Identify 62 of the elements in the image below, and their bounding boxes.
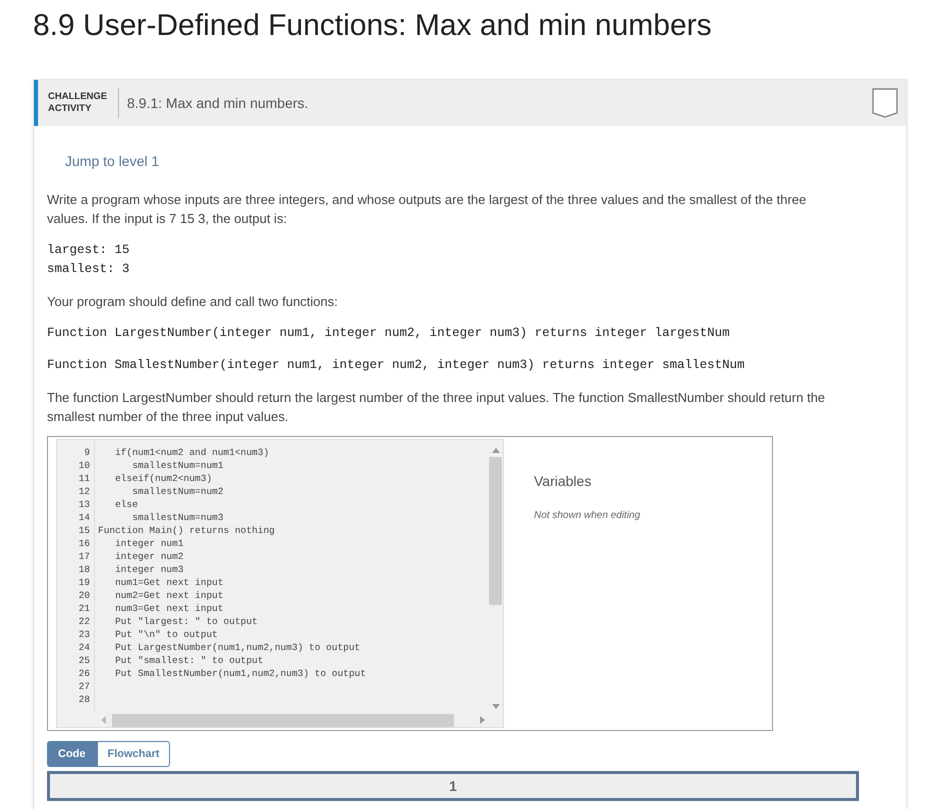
line-number: 17 xyxy=(78,550,91,563)
code-line: Put LargestNumber(num1,num2,num3) to output xyxy=(114,641,360,654)
line-number: 10 xyxy=(78,459,91,472)
line-number: 23 xyxy=(78,628,91,641)
activity-title: 8.9.1: Max and min numbers. xyxy=(127,94,308,112)
line-number: 13 xyxy=(78,498,91,511)
line-number: 18 xyxy=(78,563,91,576)
line-number: 28 xyxy=(78,693,91,706)
code-line: num3=Get next input xyxy=(114,602,224,615)
line-number: 26 xyxy=(78,667,91,680)
code-line: Put "\n" to output xyxy=(114,628,218,641)
code-line: Function Main() returns nothing xyxy=(98,524,275,537)
code-line: smallestNum=num1 xyxy=(131,459,224,472)
line-number: 19 xyxy=(78,576,91,589)
view-tab[interactable]: Code xyxy=(47,741,96,767)
variables-title: Variables xyxy=(534,472,592,491)
variables-note: Not shown when editing xyxy=(534,509,640,523)
instruction-text: Your program should define and call two functions: xyxy=(47,293,339,311)
bookmark-icon xyxy=(872,88,898,118)
line-number: 27 xyxy=(78,680,91,693)
code-line: num1=Get next input xyxy=(114,576,224,589)
line-number: 9 xyxy=(84,446,91,459)
line-number: 14 xyxy=(78,511,91,524)
code-text: smallest: 3 xyxy=(47,261,130,278)
code-line: smallestNum=num3 xyxy=(131,511,224,524)
code-text: Function SmallestNumber(integer num1, integer num2, integer num3) returns integer smallestNum xyxy=(47,357,745,374)
line-number: 11 xyxy=(78,472,91,485)
scroll-right-icon[interactable] xyxy=(480,716,485,724)
scroll-left-icon[interactable] xyxy=(101,716,106,724)
jump-to-level-link[interactable]: Jump to level 1 xyxy=(65,151,160,172)
code-line: integer num1 xyxy=(114,537,184,550)
scrollbar-thumb[interactable] xyxy=(112,714,454,726)
code-line: Put "smallest: " to output xyxy=(114,654,264,667)
code-text: Function LargestNumber(integer num1, integer num2, integer num3) returns integer largestNum xyxy=(47,325,730,342)
line-number: 15 xyxy=(78,524,91,537)
code-text: largest: 15 xyxy=(47,242,130,259)
level-number: 1 xyxy=(448,777,458,796)
line-number: 22 xyxy=(78,615,91,628)
code-line: smallestNum=num2 xyxy=(131,485,224,498)
instruction-text: The function LargestNumber should return the largest number of the three input values. The function SmallestNumber should return the smallest number of the three input values. xyxy=(47,389,826,426)
page-title: 8.9 User-Defined Functions: Max and min numbers xyxy=(33,8,712,44)
code-editor[interactable] xyxy=(56,439,504,728)
line-number: 24 xyxy=(78,641,91,654)
line-number: 16 xyxy=(78,537,91,550)
code-line: integer num2 xyxy=(114,550,184,563)
code-line: num2=Get next input xyxy=(114,589,224,602)
scroll-up-icon[interactable] xyxy=(492,448,500,453)
view-tab[interactable]: Flowchart xyxy=(96,741,170,767)
instruction-text: Write a program whose inputs are three integers, and whose outputs are the largest of the three values and the smallest of the three values. If the input is 7 15 3, the output is: xyxy=(47,191,808,228)
line-number: 21 xyxy=(78,602,91,615)
code-line: Put SmallestNumber(num1,num2,num3) to output xyxy=(114,667,366,680)
line-number: 25 xyxy=(78,654,91,667)
scrollbar-thumb[interactable] xyxy=(489,457,502,605)
scroll-down-icon[interactable] xyxy=(492,704,500,709)
activity-label: CHALLENGE ACTIVITY xyxy=(48,91,108,115)
line-number: 12 xyxy=(78,485,91,498)
code-line: if(num1<num2 and num1<num3) xyxy=(114,446,270,459)
code-line: elseif(num2<num3) xyxy=(114,472,212,485)
code-line: else xyxy=(114,498,138,511)
code-line: integer num3 xyxy=(114,563,184,576)
code-line: Put "largest: " to output xyxy=(114,615,258,628)
line-number: 20 xyxy=(78,589,91,602)
